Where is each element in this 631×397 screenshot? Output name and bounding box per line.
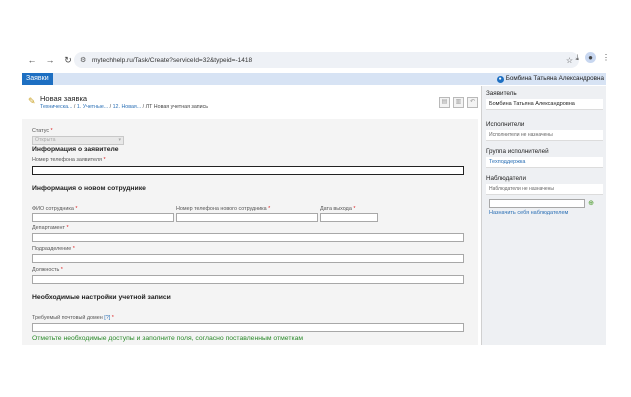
browser-toolbar: ← → ↻ ⚙ mytechhelp.ru/Task/Create?servic… — [22, 47, 612, 73]
applicant-phone-label-text: Номер телефона заявителя — [32, 157, 102, 163]
position-input[interactable] — [32, 275, 464, 284]
exit-date-label: Дата выхода * — [320, 206, 355, 212]
current-user[interactable]: ● Бомбина Татьяна Александровна — [496, 73, 604, 85]
division-input[interactable] — [32, 254, 464, 263]
required-mark: * — [50, 128, 53, 134]
breadcrumb-item-3[interactable]: 12. Новая... — [113, 104, 142, 110]
executor-group-link[interactable]: Техподдержка — [486, 157, 603, 168]
details-panel: Заявитель Бомбина Татьяна Александровна … — [481, 86, 606, 345]
breadcrumb-current: ЛТ Новая учетная запись — [145, 104, 209, 110]
position-label-text: Должность — [32, 267, 60, 273]
fio-label-text: ФИО сотрудника — [32, 206, 74, 212]
status-label: Статус * — [32, 128, 53, 134]
required-mark: * — [72, 246, 75, 252]
profile-icon[interactable]: ● — [585, 52, 596, 63]
download-icon[interactable]: ⤓ — [575, 53, 579, 63]
request-toolbar: ▤ ▥ ↶ — [439, 97, 478, 108]
save-draft-icon[interactable]: ▤ — [439, 97, 450, 108]
section-applicant: Информация о заявителе — [32, 146, 119, 153]
tab-requests[interactable]: Заявки — [22, 73, 53, 85]
fio-input[interactable] — [32, 213, 174, 222]
url-text[interactable]: mytechhelp.ru/Task/Create?serviceId=32&t… — [92, 57, 252, 64]
required-mark: * — [111, 315, 114, 321]
assign-self-observer-link[interactable]: Назначить себя наблюдателем — [489, 210, 568, 216]
status-value: Открыта — [35, 137, 56, 143]
new-phone-input[interactable] — [176, 213, 318, 222]
applicant-phone-input[interactable] — [32, 166, 464, 175]
required-mark: * — [103, 157, 106, 163]
request-form: Статус * Открыта ▾ Информация о заявителе… — [22, 119, 478, 345]
department-label-text: Департамент — [32, 225, 66, 231]
section-account-settings: Необходимые настройки учетной записи — [32, 294, 171, 301]
executor-group-header: Группа исполнителей — [486, 148, 549, 155]
save-icon[interactable]: ▥ — [453, 97, 464, 108]
executors-header: Исполнители — [486, 121, 525, 128]
required-mark: * — [353, 206, 356, 212]
status-select[interactable]: Открыта ▾ — [32, 136, 124, 145]
required-mark: * — [60, 267, 63, 273]
new-phone-label-text: Номер телефона нового сотрудника — [176, 206, 267, 212]
current-user-name[interactable]: Бомбина Татьяна Александровна — [506, 73, 604, 85]
observer-search-input[interactable] — [489, 199, 585, 208]
browser-menu-icon[interactable]: ⋮ — [602, 53, 610, 62]
division-label-text: Подразделение — [32, 246, 72, 252]
instructions-note: Отметьте необходимые доступы и заполните… — [32, 335, 304, 342]
breadcrumb-item-1[interactable]: Техническа... — [40, 104, 72, 110]
app-header: Заявки ● Бомбина Татьяна Александровна — [22, 73, 606, 85]
observers-header: Наблюдатели — [486, 175, 526, 182]
bookmark-star-icon[interactable]: ☆ — [566, 56, 573, 65]
observers-value: Наблюдатели не назначены — [486, 184, 603, 195]
requester-header: Заявитель — [486, 90, 517, 97]
mail-domain-label-text: Требуемый почтовый домен — [32, 315, 103, 321]
mail-domain-input[interactable] — [32, 323, 464, 332]
section-new-employee: Информация о новом сотруднике — [32, 185, 146, 192]
exit-date-label-text: Дата выхода — [320, 206, 352, 212]
new-phone-label: Номер телефона нового сотрудника * — [176, 206, 270, 212]
requester-value: Бомбина Татьяна Александровна — [486, 99, 603, 110]
department-label: Департамент * — [32, 225, 69, 231]
applicant-phone-label: Номер телефона заявителя * — [32, 157, 106, 163]
fio-label: ФИО сотрудника * — [32, 206, 77, 212]
breadcrumb: Техническа... / 1. Учетные... / 12. Нова… — [40, 104, 208, 110]
page-title: Новая заявка — [40, 94, 88, 103]
undo-icon[interactable]: ↶ — [467, 97, 478, 108]
required-mark: * — [268, 206, 271, 212]
chevron-down-icon: ▾ — [118, 137, 121, 143]
browser-window: ← → ↻ ⚙ mytechhelp.ru/Task/Create?servic… — [22, 47, 612, 345]
status-label-text: Статус — [32, 128, 50, 134]
add-observer-icon[interactable]: ⊕ — [587, 200, 595, 208]
executors-value: Исполнители не назначены — [486, 130, 603, 141]
required-mark: * — [75, 206, 78, 212]
mail-domain-label: Требуемый почтовый домен [?] * — [32, 315, 114, 321]
pencil-icon: ✎ — [28, 96, 36, 106]
back-icon[interactable]: ← — [24, 52, 40, 68]
division-label: Подразделение * — [32, 246, 75, 252]
required-mark: * — [66, 225, 69, 231]
breadcrumb-item-2[interactable]: 1. Учетные... — [77, 104, 108, 110]
mail-domain-help-link[interactable]: [?] — [104, 315, 110, 321]
forward-icon[interactable]: → — [42, 52, 58, 68]
position-label: Должность * — [32, 267, 63, 273]
address-bar[interactable]: ⚙ mytechhelp.ru/Task/Create?serviceId=32… — [74, 52, 579, 68]
user-icon: ● — [496, 75, 504, 83]
site-settings-icon[interactable]: ⚙ — [80, 56, 92, 64]
request-header: ✎ Новая заявка Техническа... / 1. Учетны… — [22, 92, 478, 114]
exit-date-input[interactable] — [320, 213, 378, 222]
department-input[interactable] — [32, 233, 464, 242]
